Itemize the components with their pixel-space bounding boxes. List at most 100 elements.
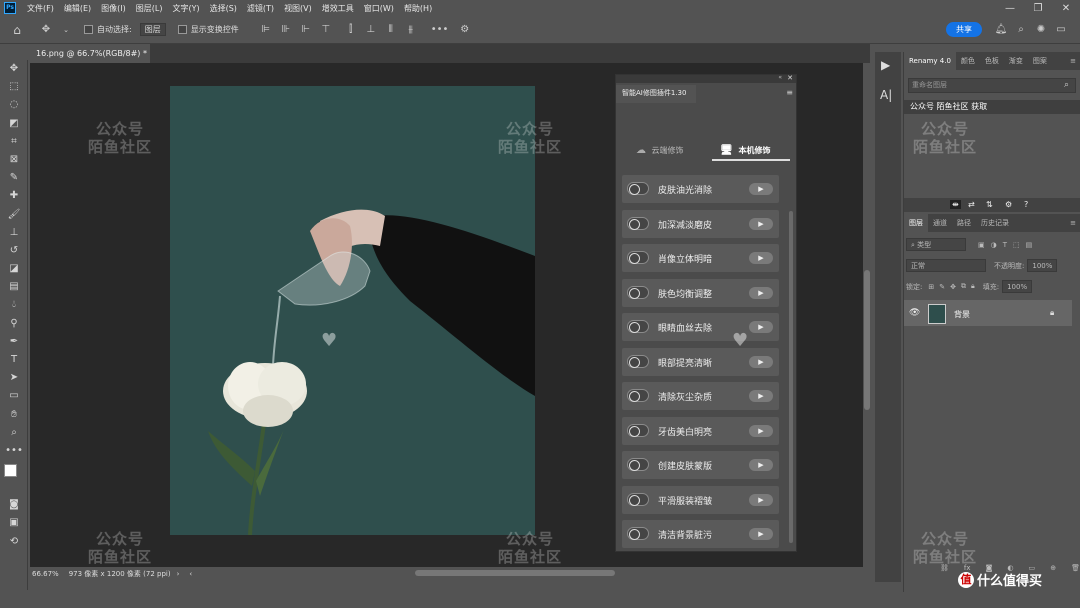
brush-tool-icon[interactable]: 🖌︎ — [0, 206, 28, 224]
status-arrow-icon[interactable]: › — [177, 570, 180, 578]
foreground-color-swatch[interactable] — [4, 464, 17, 478]
run-button[interactable]: ▶ — [749, 390, 773, 402]
run-button[interactable]: ▶ — [749, 459, 773, 471]
menu-edit[interactable]: 编辑(E) — [59, 3, 96, 14]
vertical-scrollbar[interactable] — [864, 270, 870, 410]
menu-type[interactable]: 文字(Y) — [167, 3, 204, 14]
move-tool-icon[interactable]: ✥ — [39, 24, 53, 35]
tab-channels[interactable]: 通道 — [928, 218, 952, 228]
tab-local-retouch[interactable]: 🖥︎ 本机修饰 — [712, 141, 790, 161]
menu-help[interactable]: 帮助(H) — [399, 3, 437, 14]
home-icon[interactable]: ⌂ — [10, 23, 24, 37]
tab-renamy[interactable]: Renamy 4.0 — [904, 52, 956, 70]
chevron-down-icon[interactable]: ⌄ — [59, 26, 73, 34]
type-tool-icon[interactable]: T — [0, 351, 28, 369]
hand-tool-icon[interactable]: ✋︎ — [0, 406, 28, 424]
frame-tool-icon[interactable]: ⊠ — [0, 151, 28, 169]
color-swatches[interactable] — [0, 460, 28, 496]
feature-toggle[interactable] — [627, 216, 649, 230]
align-left-icon[interactable]: ⊫ — [259, 24, 273, 35]
menu-view[interactable]: 视图(V) — [279, 3, 317, 14]
stamp-tool-icon[interactable]: ⊥ — [0, 224, 28, 242]
auto-select-checkbox[interactable] — [84, 25, 93, 34]
run-button[interactable]: ▶ — [749, 183, 773, 195]
new-layer-icon[interactable]: ⊕ — [1050, 564, 1056, 572]
feature-toggle[interactable] — [627, 285, 649, 299]
more-tools-icon[interactable]: ••• — [0, 442, 28, 460]
feature-row[interactable]: 清除灰尘杂质 ▶ — [622, 382, 779, 410]
feature-row[interactable]: 平滑服装褶皱 ▶ — [622, 485, 779, 514]
close-panel-icon[interactable]: ✕ — [787, 74, 793, 82]
run-button[interactable]: ▶ — [749, 286, 773, 299]
lock-pixels-icon[interactable]: ⊞ — [928, 283, 934, 291]
share-button[interactable]: 共享 — [946, 22, 982, 37]
crop-tool-icon[interactable]: ⌗ — [0, 133, 28, 151]
gear-icon[interactable]: ⚙ — [1005, 200, 1012, 209]
kind-filter-dropdown[interactable]: ⌕ 类型 — [906, 238, 966, 251]
menu-window[interactable]: 窗口(W) — [359, 3, 399, 14]
path-select-tool-icon[interactable]: ➤ — [0, 369, 28, 387]
document-tab[interactable]: 16.png @ 66.7%(RGB/8#) * × — [30, 44, 150, 77]
align-top-icon[interactable]: ⊤ — [319, 24, 333, 35]
tab-history[interactable]: 历史记录 — [976, 218, 1014, 228]
rectangle-tool-icon[interactable]: ▭ — [0, 387, 28, 405]
help-icon[interactable]: ? — [1024, 200, 1028, 209]
zoom-tool-icon[interactable]: ⌕ — [0, 424, 28, 442]
pen-tool-icon[interactable]: ✒ — [0, 333, 28, 351]
lock-paint-icon[interactable]: ✎ — [939, 283, 945, 291]
filter-shape-icon[interactable]: ⬚ — [1013, 241, 1020, 249]
rename-layer-input[interactable]: 重命名图层 — [908, 78, 1076, 93]
feature-toggle[interactable] — [627, 423, 649, 437]
flip-icon[interactable]: ⇄ — [968, 200, 975, 209]
panel-menu-icon[interactable]: ≡ — [1065, 219, 1080, 227]
dodge-tool-icon[interactable]: ⚲ — [0, 315, 28, 333]
tab-gradients[interactable]: 渐变 — [1004, 56, 1028, 66]
object-select-tool-icon[interactable]: ◩ — [0, 115, 28, 133]
fill-input[interactable]: 100% — [1002, 280, 1033, 293]
feature-toggle[interactable] — [627, 320, 649, 333]
feature-row[interactable]: 肖像立体明暗 ▶ — [622, 244, 779, 272]
feature-row[interactable]: 眼睛血丝去除 ▶ — [622, 313, 779, 341]
tab-paths[interactable]: 路径 — [952, 218, 976, 228]
reset-view-icon[interactable]: ⇼ — [950, 200, 961, 209]
lock-artboard-icon[interactable]: ⧉ — [961, 282, 966, 291]
filter-smart-icon[interactable]: ▤ — [1026, 241, 1033, 249]
panel-menu-icon[interactable]: ≡ — [786, 88, 793, 97]
plugin-scrollbar[interactable] — [789, 211, 793, 543]
run-button[interactable]: ▶ — [749, 321, 773, 333]
eyedropper-tool-icon[interactable]: ✎ — [0, 169, 28, 187]
feature-toggle[interactable] — [627, 354, 649, 368]
lock-all-icon[interactable]: 🔒︎ — [971, 282, 975, 291]
show-transform-checkbox[interactable] — [177, 25, 187, 34]
tab-layers[interactable]: 图层 — [904, 214, 928, 232]
menu-plugins[interactable]: 增效工具 — [317, 3, 359, 14]
more-options-icon[interactable]: ••• — [431, 24, 449, 35]
feature-row[interactable]: 牙齿美白明亮 ▶ — [622, 416, 779, 445]
marquee-tool-icon[interactable]: ⬚ — [0, 78, 28, 96]
scroll-left-icon[interactable]: ‹ — [189, 570, 192, 578]
gradient-tool-icon[interactable]: ▤ — [0, 278, 28, 296]
visibility-eye-icon[interactable]: 👁︎ — [909, 308, 920, 318]
run-button[interactable]: ▶ — [749, 424, 773, 437]
restore-button[interactable]: ❐ — [1024, 3, 1052, 14]
blur-tool-icon[interactable]: 💧︎ — [0, 296, 28, 314]
menu-filter[interactable]: 滤镜(T) — [242, 3, 279, 14]
panel-menu-icon[interactable]: ≡ — [1065, 57, 1080, 65]
renamy-list-item[interactable]: 公众号 陌鱼社区 获取 — [904, 100, 1080, 114]
bell-icon[interactable]: 🔔︎ — [994, 24, 1008, 35]
distribute-icon[interactable]: ⫴ — [384, 24, 398, 35]
quick-mask-icon[interactable]: ◙ — [0, 496, 28, 514]
opacity-input[interactable]: 100% — [1027, 259, 1058, 272]
menu-file[interactable]: 文件(F) — [22, 3, 59, 14]
move-tool-icon[interactable]: ✥ — [0, 60, 28, 78]
search-icon[interactable]: ⌕ — [1064, 80, 1069, 90]
settings-icon[interactable]: ⚙ — [458, 24, 472, 35]
feature-toggle[interactable] — [627, 458, 649, 471]
horizontal-scrollbar[interactable] — [415, 570, 615, 576]
screen-mode-icon[interactable]: ▣ — [0, 514, 28, 532]
blend-mode-dropdown[interactable]: 正常 — [906, 259, 986, 272]
filter-pixel-icon[interactable]: ▣ — [978, 241, 985, 249]
feature-row[interactable]: 肤色均衡调整 ▶ — [622, 278, 779, 307]
feature-row[interactable]: 清洁背景脏污 ▶ — [622, 520, 779, 548]
auto-select-dropdown[interactable]: 图层 — [139, 23, 166, 36]
